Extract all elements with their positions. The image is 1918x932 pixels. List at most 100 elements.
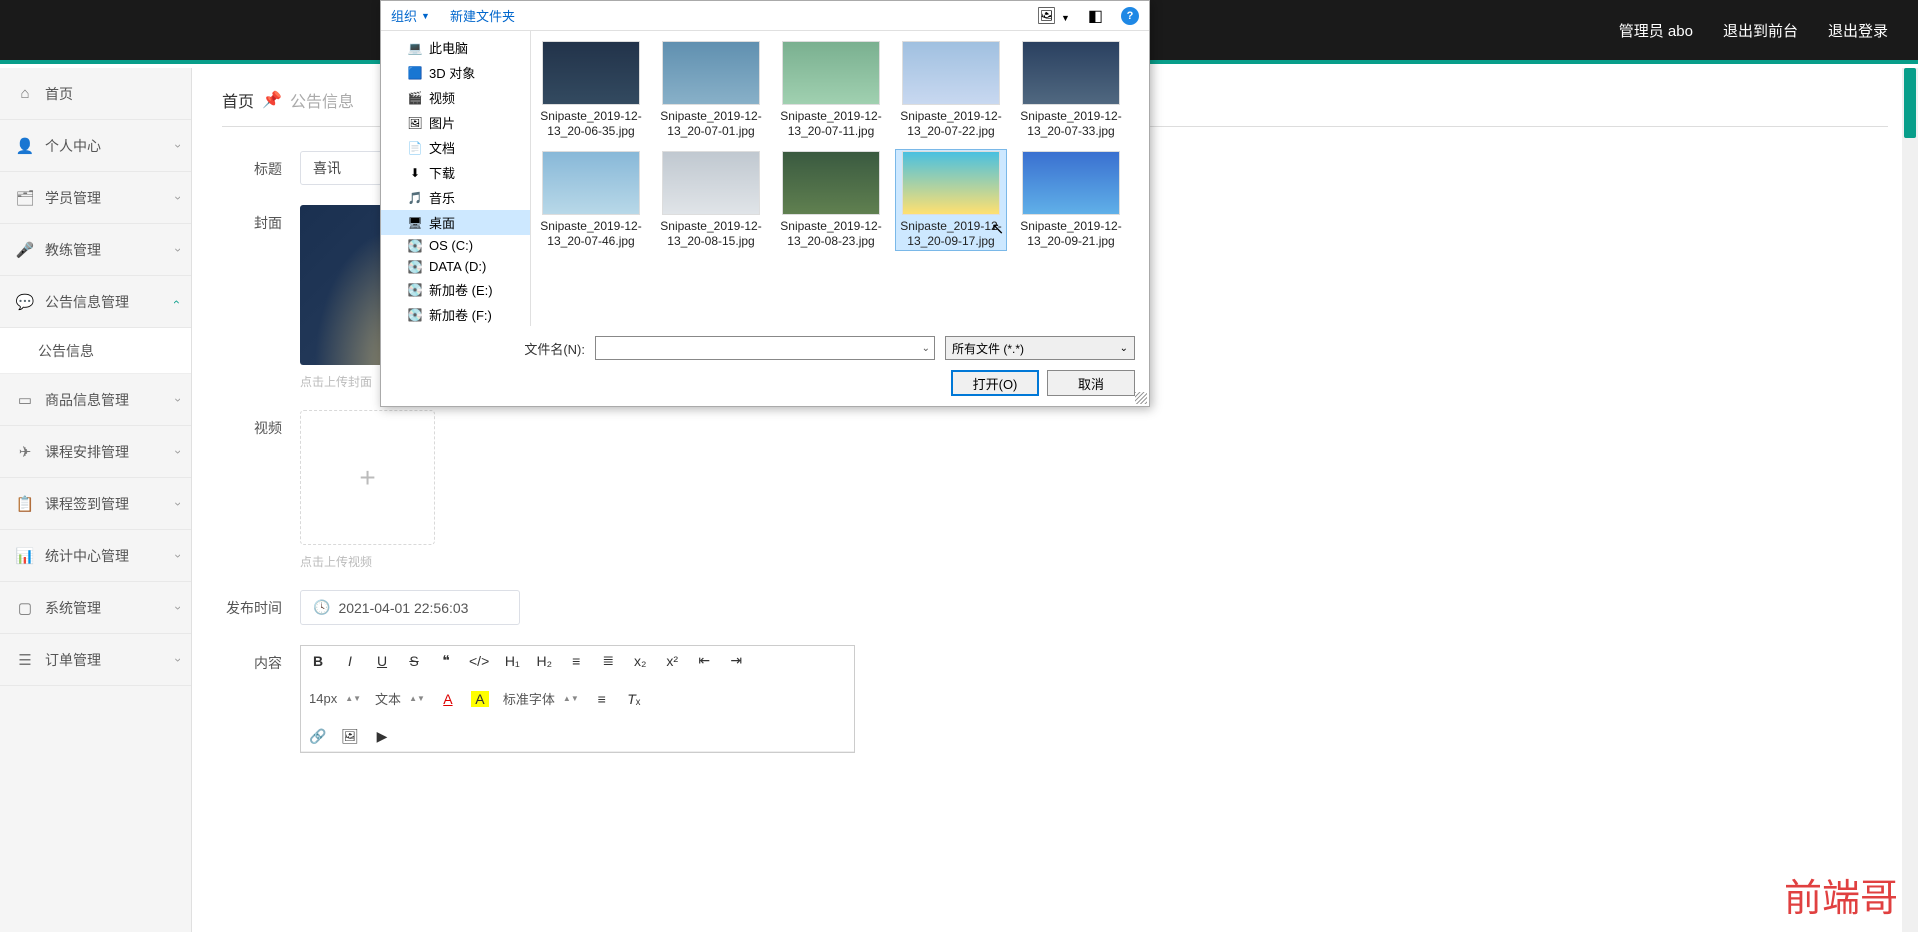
resize-grip[interactable] [1135, 392, 1147, 404]
view-mode-button[interactable]: 🖼 ▼ [1036, 6, 1070, 26]
tree-item[interactable]: 🖼图片 [381, 110, 530, 135]
file-thumbnail [662, 151, 760, 215]
file-item[interactable]: Snipaste_2019-12-13_20-07-01.jpg [655, 39, 767, 141]
indent-button[interactable]: ⇤ [695, 652, 713, 669]
quote-button[interactable]: ❝ [437, 652, 455, 669]
outdent-button[interactable]: ⇥ [727, 652, 745, 669]
crumb-section: 公告信息 [290, 88, 354, 112]
file-item[interactable]: Snipaste_2019-12-13_20-08-15.jpg [655, 149, 767, 251]
tree-item[interactable]: 💽OS (C:) [381, 235, 530, 256]
sidebar-item-1[interactable]: 👤个人中心‹ [0, 120, 191, 172]
link-button[interactable]: 🔗 [309, 728, 327, 745]
fontstyle-select[interactable]: 文本▲▼ [375, 689, 425, 708]
ul-button[interactable]: ≣ [599, 652, 617, 669]
file-name: Snipaste_2019-12-13_20-07-46.jpg [537, 219, 645, 249]
chevron-icon: ‹ [170, 658, 184, 662]
open-button[interactable]: 打开(O) [951, 370, 1039, 396]
filename-input[interactable]: ⌄ [595, 336, 935, 360]
cancel-button[interactable]: 取消 [1047, 370, 1135, 396]
tree-item[interactable]: 🖥桌面 [381, 210, 530, 235]
sidebar-item-3[interactable]: 🎤教练管理‹ [0, 224, 191, 276]
chevron-icon: ‹ [170, 450, 184, 454]
folder-tree[interactable]: 💻此电脑🟦3D 对象🎬视频🖼图片📄文档⬇下载🎵音乐🖥桌面💽OS (C:) 💽 DAT… [381, 31, 531, 326]
publish-time-input[interactable]: 🕓 2021-04-01 22:56:03 [300, 590, 520, 625]
file-item[interactable]: Snipaste_2019-12-13_20-07-11.jpg [775, 39, 887, 141]
sidebar-item-4[interactable]: 💬公告信息管理‹ [0, 276, 191, 328]
bgcolor-button[interactable]: A [471, 691, 489, 707]
file-item[interactable]: Snipaste_2019-12-13_20-07-33.jpg [1015, 39, 1127, 141]
fontsize-select[interactable]: 14px▲▼ [309, 691, 361, 706]
sidebar-item-10[interactable]: ▢系统管理‹ [0, 582, 191, 634]
textcolor-button[interactable]: A [439, 691, 457, 707]
file-filter-select[interactable]: 所有文件 (*.*)⌄ [945, 336, 1135, 360]
sup-button[interactable]: x² [663, 653, 681, 669]
sidebar-item-6[interactable]: ▭商品信息管理‹ [0, 374, 191, 426]
tree-item[interactable]: 📄文档 [381, 135, 530, 160]
file-name: Snipaste_2019-12-13_20-06-35.jpg [537, 109, 645, 139]
tree-item[interactable]: 🎵音乐 [381, 185, 530, 210]
sidebar-item-9[interactable]: 📊统计中心管理‹ [0, 530, 191, 582]
file-item[interactable]: Snipaste_2019-12-13_20-08-23.jpg [775, 149, 887, 251]
align-button[interactable]: ≡ [593, 691, 611, 707]
video2-button[interactable]: ▶ [373, 728, 391, 745]
page-scrollbar[interactable] [1902, 68, 1918, 932]
fontfamily-select[interactable]: 标准字体▲▼ [503, 689, 579, 708]
file-name: Snipaste_2019-12-13_20-08-23.jpg [777, 219, 885, 249]
sub-button[interactable]: x₂ [631, 653, 649, 669]
file-item[interactable]: Snipaste_2019-12-13_20-09-17.jpg [895, 149, 1007, 251]
file-item[interactable]: Snipaste_2019-12-13_20-07-46.jpg [535, 149, 647, 251]
tree-label: DATA (D:) [429, 259, 486, 274]
tree-label: 桌面 [429, 213, 455, 232]
organize-menu[interactable]: 组织 ▼ [391, 6, 430, 25]
sidebar-item-8[interactable]: 📋课程签到管理‹ [0, 478, 191, 530]
sidebar-item-2[interactable]: 🗂学员管理‹ [0, 172, 191, 224]
tree-item[interactable]: 🟦3D 对象 [381, 60, 530, 85]
tree-item[interactable]: 💻此电脑 [381, 35, 530, 60]
tree-item[interactable]: 💽新加卷 (F:) [381, 302, 530, 326]
menu-icon: ☰ [15, 651, 35, 669]
tree-item[interactable]: 💽 DATA (D:) [381, 256, 530, 277]
crumb-home[interactable]: 首页 [222, 88, 254, 112]
h2-button[interactable]: H₂ [535, 653, 553, 669]
logout-link[interactable]: 退出登录 [1828, 20, 1888, 41]
help-icon[interactable]: ? [1121, 7, 1139, 25]
video-upload-box[interactable]: + [300, 410, 435, 545]
file-name: Snipaste_2019-12-13_20-09-17.jpg [897, 219, 1005, 249]
menu-label: 课程签到管理 [45, 494, 129, 514]
folder-icon: 💽 [407, 308, 423, 322]
exit-front-link[interactable]: 退出到前台 [1723, 20, 1798, 41]
tree-item[interactable]: ⬇下载 [381, 160, 530, 185]
image-button[interactable]: 🖼 [341, 728, 359, 745]
file-name: Snipaste_2019-12-13_20-07-33.jpg [1017, 109, 1125, 139]
sidebar-item-0[interactable]: ⌂首页 [0, 68, 191, 120]
h1-button[interactable]: H₁ [503, 653, 521, 669]
bold-button[interactable]: B [309, 653, 327, 669]
code-button[interactable]: </> [469, 653, 489, 669]
folder-icon: 💽 [407, 260, 423, 274]
title-label: 标题 [222, 151, 282, 179]
tree-label: 3D 对象 [429, 63, 475, 82]
new-folder-button[interactable]: 新建文件夹 [450, 6, 515, 25]
sidebar-item-11[interactable]: ☰订单管理‹ [0, 634, 191, 686]
file-grid[interactable]: Snipaste_2019-12-13_20-06-35.jpg Snipaste… [531, 31, 1149, 326]
folder-icon: 🎬 [407, 91, 423, 105]
sidebar-subitem[interactable]: 公告信息 [0, 328, 191, 374]
file-item[interactable]: Snipaste_2019-12-13_20-07-22.jpg [895, 39, 1007, 141]
italic-button[interactable]: I [341, 653, 359, 669]
tree-item[interactable]: 🎬视频 [381, 85, 530, 110]
admin-label[interactable]: 管理员 abo [1619, 20, 1693, 41]
file-item[interactable]: Snipaste_2019-12-13_20-06-35.jpg [535, 39, 647, 141]
menu-icon: ⌂ [15, 85, 35, 102]
tree-label: 新加卷 (E:) [429, 280, 493, 299]
menu-icon: 📋 [15, 495, 35, 513]
strike-button[interactable]: S [405, 653, 423, 669]
preview-pane-button[interactable]: ◧ [1088, 6, 1103, 26]
underline-button[interactable]: U [373, 653, 391, 669]
ol-button[interactable]: ≡ [567, 653, 585, 669]
tree-item[interactable]: 💽新加卷 (E:) [381, 277, 530, 302]
video-hint: 点击上传视频 [300, 553, 435, 570]
file-thumbnail [782, 151, 880, 215]
clear-button[interactable]: Tₓ [625, 691, 643, 707]
file-item[interactable]: Snipaste_2019-12-13_20-09-21.jpg [1015, 149, 1127, 251]
sidebar-item-7[interactable]: ✈课程安排管理‹ [0, 426, 191, 478]
